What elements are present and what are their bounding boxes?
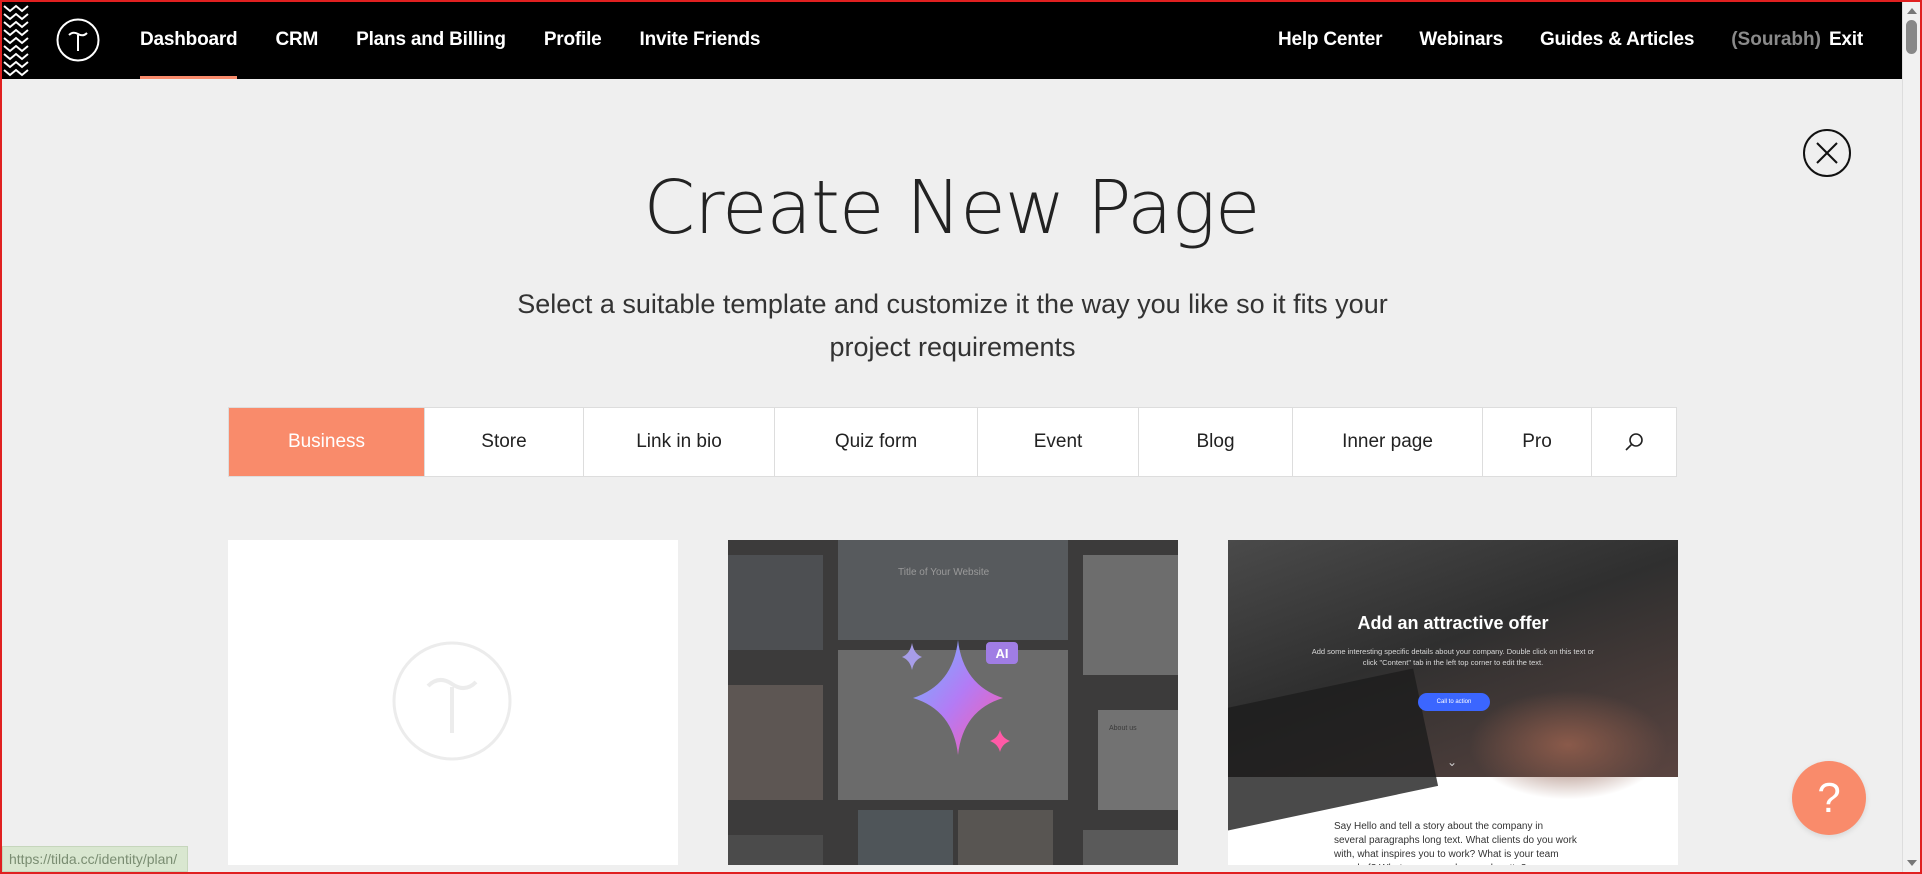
tab-pro[interactable]: Pro: [1483, 408, 1592, 476]
tilda-placeholder-logo-icon: [392, 641, 512, 761]
secondary-nav: Help Center Webinars Guides & Articles (…: [1241, 0, 1863, 79]
nav-guides-articles[interactable]: Guides & Articles: [1540, 0, 1694, 79]
status-bar-url: https://tilda.cc/identity/plan/: [2, 846, 189, 872]
offer-description: Add some interesting specific details ab…: [1311, 647, 1595, 667]
offer-hero-image: Add an attractive offer Add some interes…: [1228, 540, 1678, 832]
top-navigation-bar: Dashboard CRM Plans and Billing Profile …: [0, 0, 1903, 79]
search-icon: [1625, 433, 1643, 451]
tab-business[interactable]: Business: [229, 408, 425, 476]
exit-link[interactable]: Exit: [1829, 0, 1863, 79]
scroll-down-arrow-icon[interactable]: [1907, 860, 1917, 866]
ai-preview-about: About us: [1109, 725, 1137, 732]
nav-invite-friends[interactable]: Invite Friends: [640, 0, 761, 79]
nav-webinars[interactable]: Webinars: [1419, 0, 1503, 79]
close-icon: [1816, 142, 1838, 164]
tab-link-in-bio[interactable]: Link in bio: [584, 408, 775, 476]
template-card-business-offer[interactable]: Add an attractive offer Add some interes…: [1228, 540, 1678, 865]
offer-title: Add an attractive offer: [1357, 613, 1549, 633]
offer-cta-button: Call to action: [1418, 693, 1490, 711]
tab-event[interactable]: Event: [978, 408, 1139, 476]
tab-quiz-form[interactable]: Quiz form: [775, 408, 978, 476]
nav-plans-billing[interactable]: Plans and Billing: [356, 0, 506, 79]
username-label: (Sourabh): [1731, 28, 1821, 50]
template-category-tabs: Business Store Link in bio Quiz form Eve…: [228, 407, 1677, 477]
chevron-down-icon: ⌄: [1447, 755, 1458, 769]
help-button[interactable]: ?: [1792, 761, 1866, 835]
template-card-ai[interactable]: Title of Your Website About us AI: [728, 540, 1178, 865]
nav-help-center[interactable]: Help Center: [1278, 0, 1383, 79]
page-subtitle: Select a suitable template and customize…: [517, 289, 1388, 362]
page-title: Create New Page: [643, 165, 1261, 251]
nav-profile[interactable]: Profile: [544, 0, 602, 79]
tilda-logo-icon[interactable]: [56, 18, 100, 62]
ai-preview-title: Title of Your Website: [898, 567, 990, 578]
primary-nav: Dashboard CRM Plans and Billing Profile …: [140, 0, 798, 79]
tab-store[interactable]: Store: [425, 408, 584, 476]
tab-inner-page[interactable]: Inner page: [1293, 408, 1483, 476]
search-tab-button[interactable]: [1592, 408, 1676, 476]
vertical-scrollbar[interactable]: [1902, 2, 1920, 872]
ai-badge: AI: [986, 642, 1018, 664]
nav-dashboard[interactable]: Dashboard: [140, 0, 238, 79]
scroll-up-arrow-icon[interactable]: [1907, 8, 1917, 14]
scroll-thumb[interactable]: [1906, 20, 1917, 54]
nav-crm[interactable]: CRM: [275, 0, 318, 79]
zigzag-pattern-icon: [3, 4, 29, 77]
template-card-blank[interactable]: [228, 540, 678, 865]
tab-blog[interactable]: Blog: [1139, 408, 1293, 476]
offer-story-text: Say Hello and tell a story about the com…: [1334, 821, 1577, 865]
